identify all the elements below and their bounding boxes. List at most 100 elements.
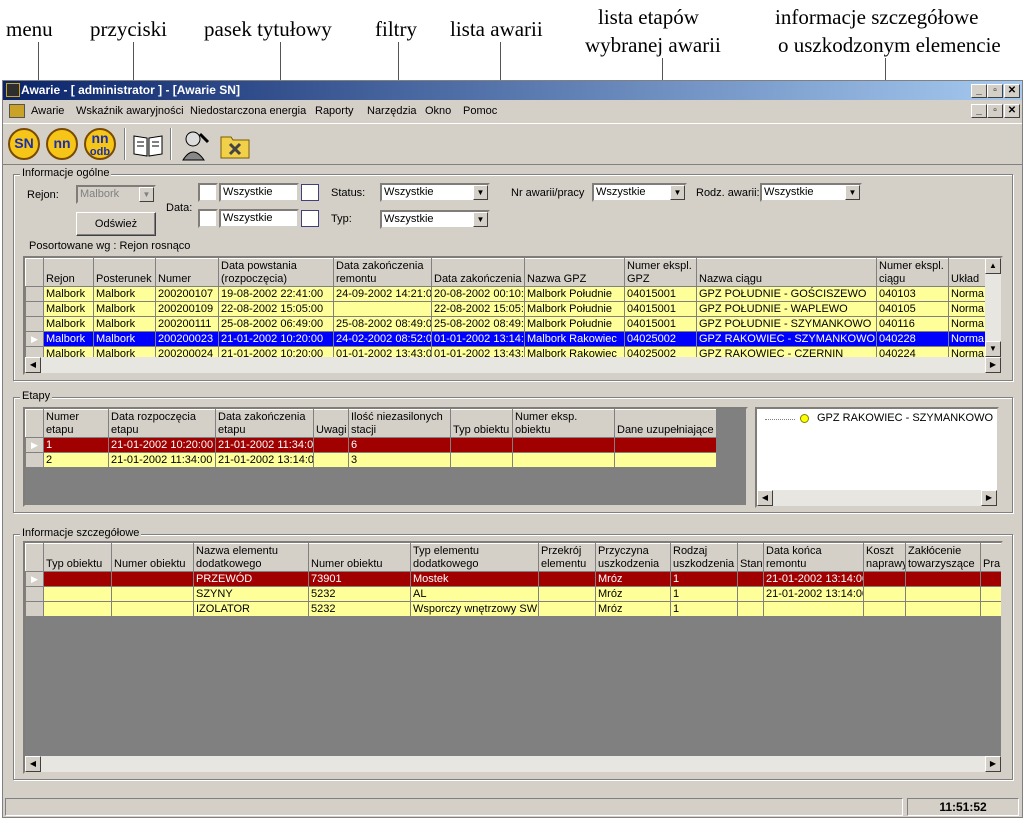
tree-hscroll[interactable] [757,490,997,506]
row-indicator[interactable] [25,452,44,468]
stages-cell [313,452,349,468]
rejon-select[interactable]: Malbork ▼ [76,185,156,204]
details-header[interactable]: Przyczyna uszkodzenia [595,543,671,572]
calendar-icon[interactable] [301,184,319,201]
nn-button[interactable]: nn [46,128,78,160]
menu-awarie[interactable]: Awarie [31,101,64,121]
restore-button[interactable]: ▫ [987,84,1003,98]
failures-header[interactable]: Numer ekspl. ciągu [876,258,949,287]
row-indicator[interactable] [25,286,44,302]
failures-header[interactable]: Nazwa GPZ [524,258,625,287]
failures-row[interactable]: ▶ Malbork Malbork 200200023 21-01-2002 10:20… [25,331,1001,347]
details-header[interactable]: Przekrój elementu [538,543,596,572]
details-header[interactable]: Rodzaj uszkodzenia [670,543,738,572]
stages-header[interactable]: Numer eksp. obiektu [512,409,615,438]
details-cell: Mróz [595,571,671,587]
failures-header[interactable]: Rejon [43,258,94,287]
stages-tree: GPZ RAKOWIEC - SZYMANKOWO ◀ ▶ [755,407,999,508]
typ-select[interactable]: Wszystkie ▼ [380,210,490,229]
status-select[interactable]: Wszystkie ▼ [380,183,490,202]
user-icon[interactable] [178,128,212,162]
details-cell [905,601,981,617]
failures-header[interactable]: Nazwa ciągu [696,258,877,287]
row-indicator[interactable]: ▶ [25,437,44,453]
menu-okno[interactable]: Okno [425,101,451,121]
folder-tools-icon[interactable] [218,128,252,162]
details-header[interactable]: Koszt naprawy [863,543,906,572]
row-indicator[interactable] [25,316,44,332]
details-header[interactable]: Zakłócenie towarzyszące [905,543,981,572]
stages-header[interactable]: Data rozpoczęcia etapu [108,409,216,438]
menu-wskaznik[interactable]: Wskaźnik awaryjności [76,101,184,121]
nr-awarii-select[interactable]: Wszystkie ▼ [592,183,687,202]
window-title: Awarie - [ administrator ] - [Awarie SN] [21,83,240,97]
menu-pomoc[interactable]: Pomoc [463,101,497,121]
calendar-icon-2[interactable] [301,210,319,227]
failures-header[interactable]: Data powstania (rozpoczęcia) [218,258,334,287]
row-indicator[interactable] [25,301,44,317]
stages-row[interactable]: ▶ 1 21-01-2002 10:20:00 21-01-2002 11:34:00… [25,437,717,453]
scroll-left-icon[interactable]: ◀ [25,756,41,772]
scroll-up-icon[interactable]: ▲ [985,258,1001,274]
details-header[interactable]: Typ obiektu [43,543,112,572]
details-row[interactable]: IZOLATOR 5232 Wsporczy wnętrzowy SW Mróz 1 [25,601,1001,617]
failures-row[interactable]: Malbork Malbork 200200111 25-08-2002 06:49:… [25,316,1001,332]
menu-narzedzia[interactable]: Narzędzia [367,101,417,121]
failures-header[interactable]: Posterunek [93,258,156,287]
tree-item[interactable]: GPZ RAKOWIEC - SZYMANKOWO [817,412,993,424]
details-hscroll[interactable] [25,756,1001,772]
row-indicator[interactable]: ▶ [25,331,44,347]
details-header[interactable]: Nazwa elementu dodatkowego [193,543,309,572]
rodz-awarii-select[interactable]: Wszystkie ▼ [760,183,862,202]
scroll-down-icon[interactable]: ▼ [985,341,1001,357]
menu-niedostarczona[interactable]: Niedostarczona energia [190,101,306,121]
sn-button[interactable]: SN [8,128,40,160]
failures-header[interactable]: Data zakończenia [431,258,525,287]
date2-field[interactable]: Wszystkie [219,209,299,228]
details-header[interactable]: Numer obiektu [111,543,194,572]
failures-header[interactable]: Numer ekspl. GPZ [624,258,697,287]
scroll-right-icon[interactable]: ▶ [981,490,997,506]
scroll-right-icon[interactable]: ▶ [985,756,1001,772]
refresh-button[interactable]: Odśwież [76,212,156,236]
stages-header[interactable]: Data zakończenia etapu [215,409,314,438]
date1-field[interactable]: Wszystkie [219,183,299,202]
row-indicator[interactable]: ▶ [25,571,44,587]
details-row[interactable]: ▶ PRZEWÓD 73901 Mostek Mróz 1 21-01-2002 13:14… [25,571,1001,587]
details-corner [25,543,44,572]
details-header[interactable]: Stan [737,543,764,572]
scroll-left-icon[interactable]: ◀ [757,490,773,506]
child-restore-button[interactable]: ▫ [987,104,1003,118]
failures-header[interactable]: Numer [155,258,219,287]
nn-odb-button[interactable]: nn odb [84,128,116,160]
failures-hscroll[interactable] [25,357,1001,373]
document-icon[interactable] [9,104,25,118]
book-icon[interactable] [131,128,165,162]
stages-header[interactable]: Ilość niezasilonych stacji [348,409,451,438]
minimize-button[interactable]: _ [971,84,987,98]
details-cell [737,586,764,602]
details-header[interactable]: Typ elementu dodatkowego [410,543,539,572]
date1-checkbox[interactable] [198,183,218,202]
stages-header[interactable]: Numer etapu [43,409,109,438]
scroll-right-icon[interactable]: ▶ [985,357,1001,373]
details-header[interactable]: Data końca remontu [763,543,864,572]
row-indicator[interactable] [25,601,44,617]
failures-row[interactable]: Malbork Malbork 200200109 22-08-2002 15:05:… [25,301,1001,317]
menu-raporty[interactable]: Raporty [315,101,354,121]
stages-header[interactable]: Uwagi [313,409,349,438]
details-row[interactable]: SZYNY 5232 AL Mróz 1 21-01-2002 13:14:00 [25,586,1001,602]
failures-header[interactable]: Data zakończenia remontu [333,258,432,287]
close-button[interactable]: ✕ [1004,84,1020,98]
details-header[interactable]: Pra [980,543,1001,572]
stages-row[interactable]: 2 21-01-2002 11:34:00 21-01-2002 13:14:00 3 [25,452,717,468]
failures-row[interactable]: Malbork Malbork 200200107 19-08-2002 22:41:… [25,286,1001,302]
details-header[interactable]: Numer obiektu [308,543,411,572]
child-close-button[interactable]: ✕ [1004,104,1020,118]
stages-header[interactable]: Typ obiektu [450,409,513,438]
stages-header[interactable]: Dane uzupełniające [614,409,717,438]
scroll-left-icon[interactable]: ◀ [25,357,41,373]
row-indicator[interactable] [25,586,44,602]
child-minimize-button[interactable]: _ [971,104,987,118]
date2-checkbox[interactable] [198,209,218,228]
